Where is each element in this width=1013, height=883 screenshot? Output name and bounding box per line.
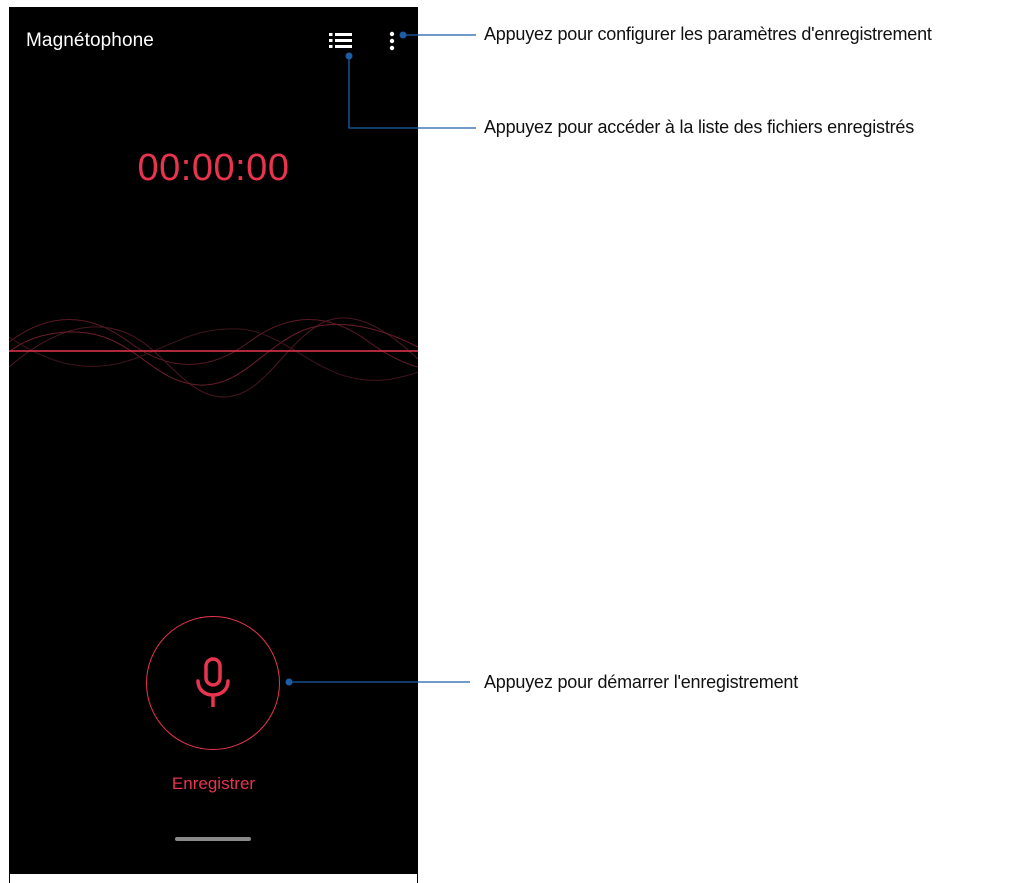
record-button[interactable] xyxy=(146,616,280,750)
record-label[interactable]: Enregistrer xyxy=(9,774,418,794)
app-title: Magnétophone xyxy=(26,30,154,51)
more-vertical-icon xyxy=(389,31,395,51)
phone-frame-edge-right xyxy=(417,855,418,883)
waveform-visualization xyxy=(9,317,418,398)
callout-file-list: Appuyez pour accéder à la liste des fich… xyxy=(484,117,915,137)
more-options-button[interactable] xyxy=(384,27,400,55)
microphone-icon xyxy=(196,657,230,707)
phone-screen: Magnétophone 00:00:00 Enregistrer xyxy=(9,7,418,874)
recordings-list-button[interactable] xyxy=(327,29,357,55)
list-icon xyxy=(329,33,352,48)
callout-start-recording: Appuyez pour démarrer l'enregistrement xyxy=(484,672,798,692)
phone-frame-edge-left xyxy=(9,855,10,883)
home-indicator[interactable] xyxy=(175,837,251,841)
callout-settings: Appuyez pour configurer les paramètres d… xyxy=(484,24,932,44)
elapsed-time: 00:00:00 xyxy=(137,147,290,189)
annotated-screenshot: Magnétophone 00:00:00 Enregistrer Appuye… xyxy=(0,0,1013,883)
